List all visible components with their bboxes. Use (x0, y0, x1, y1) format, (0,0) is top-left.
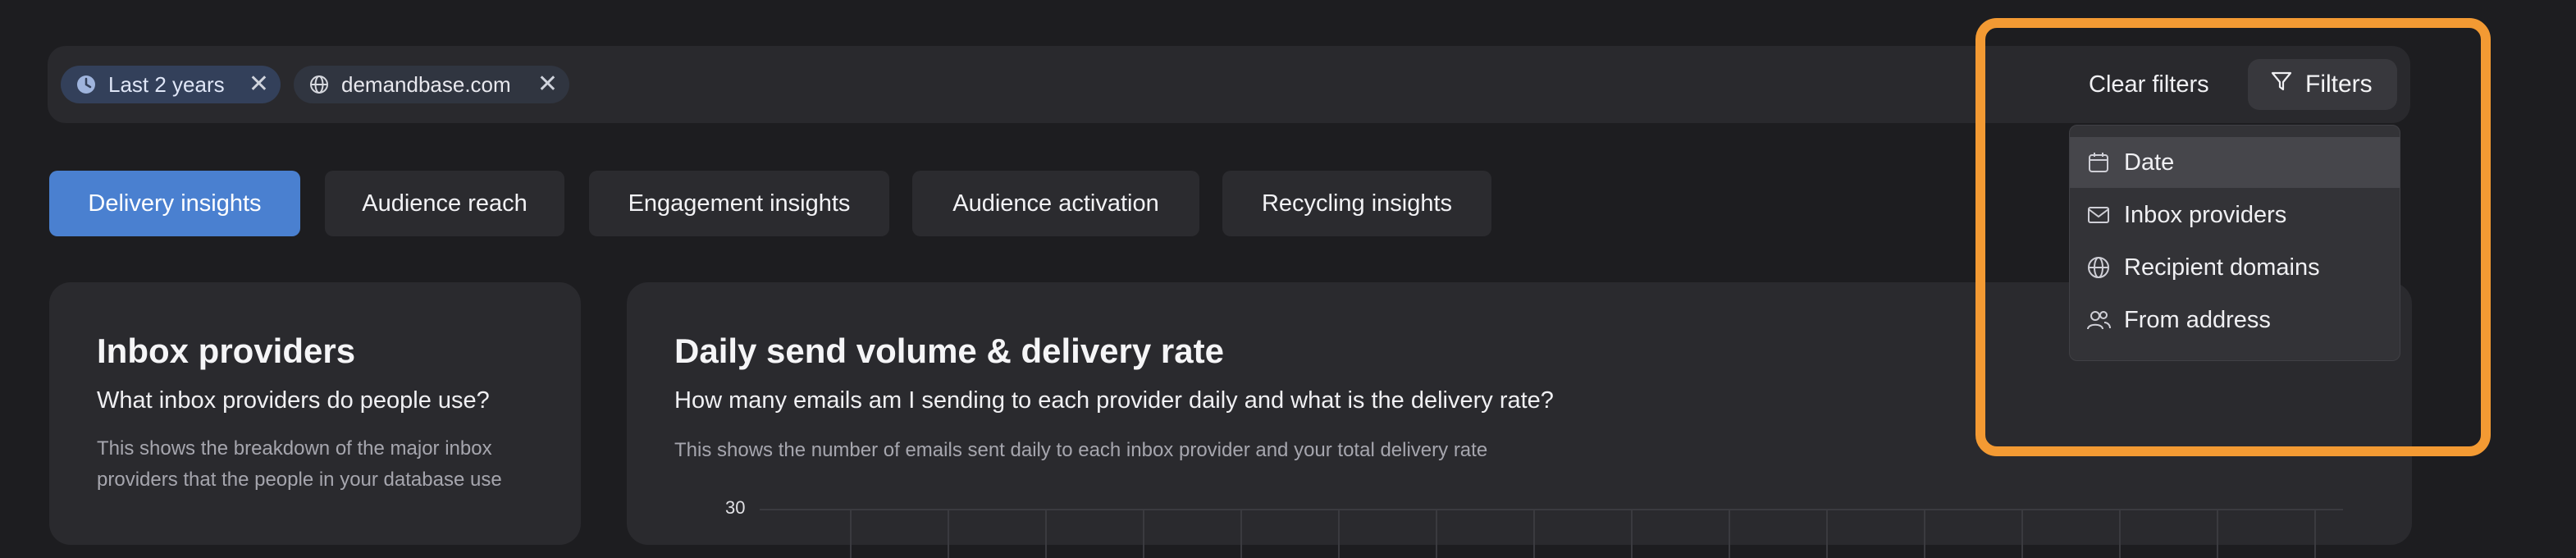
chart-gridline (1240, 509, 1242, 558)
chart-gridline (1143, 509, 1144, 558)
clock-icon (75, 74, 97, 95)
domain-filter-chip[interactable]: demandbase.com ✕ (294, 66, 569, 103)
tab-delivery-insights[interactable]: Delivery insights (49, 171, 300, 236)
card-title: Inbox providers (97, 332, 356, 370)
chart-gridline (2217, 509, 2218, 558)
chart-gridline (760, 509, 2343, 510)
tab-recycling-insights[interactable]: Recycling insights (1222, 171, 1491, 236)
inbox-providers-card: Inbox providers What inbox providers do … (49, 282, 581, 545)
chart-gridline (1826, 509, 1828, 558)
card-description: This shows the number of emails sent dai… (674, 439, 1488, 461)
card-description: This shows the breakdown of the major in… (97, 437, 502, 491)
highlight-annotation (1975, 18, 2491, 456)
card-question: What inbox providers do people use? (97, 387, 490, 414)
chart-gridline (1436, 509, 1437, 558)
date-filter-chip[interactable]: Last 2 years ✕ (61, 66, 281, 103)
close-icon[interactable]: ✕ (249, 72, 269, 97)
chip-label: demandbase.com (341, 71, 511, 97)
chart-gridline (1729, 509, 1730, 558)
tab-engagement-insights[interactable]: Engagement insights (589, 171, 889, 236)
tab-audience-activation[interactable]: Audience activation (912, 171, 1199, 236)
chart-gridline (2119, 509, 2121, 558)
chart-gridline (1631, 509, 1633, 558)
y-axis-tick: 30 (725, 497, 746, 518)
chart-gridline (850, 509, 852, 558)
globe-icon (308, 74, 330, 95)
chip-label: Last 2 years (108, 71, 225, 97)
chart-gridline (1924, 509, 1925, 558)
chart-gridline (1533, 509, 1535, 558)
chart-gridline (948, 509, 949, 558)
chart-gridline (1045, 509, 1047, 558)
close-icon[interactable]: ✕ (537, 72, 558, 97)
card-title: Daily send volume & delivery rate (674, 332, 1224, 370)
chart-gridline (2021, 509, 2023, 558)
tab-audience-reach[interactable]: Audience reach (325, 171, 564, 236)
chart-gridline (2314, 509, 2316, 558)
chart-gridline (1338, 509, 1340, 558)
card-question: How many emails am I sending to each pro… (674, 387, 1554, 414)
